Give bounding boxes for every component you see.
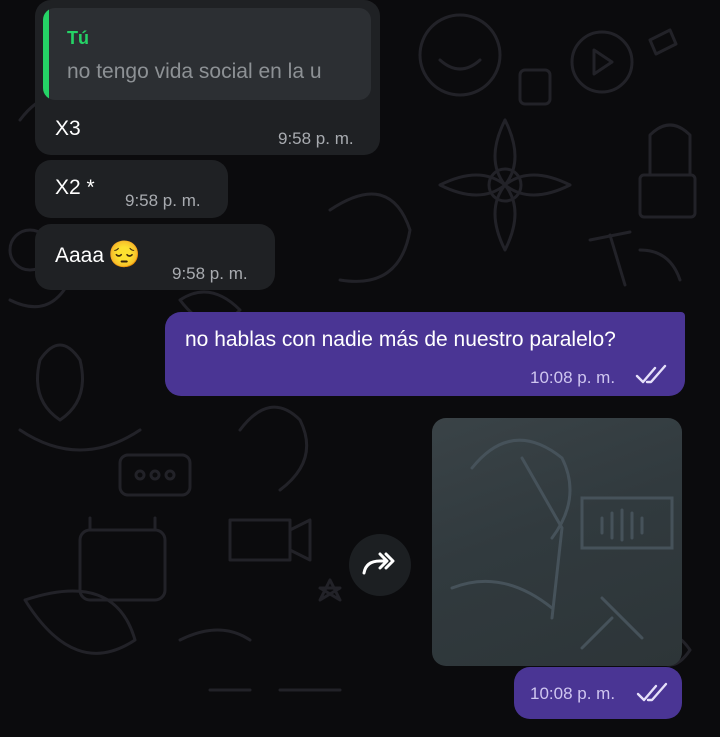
blurred-image-preview [450, 438, 674, 650]
quoted-author: Tú [67, 28, 89, 48]
image-attachment[interactable] [432, 418, 682, 666]
image-timestamp-bubble[interactable]: 10:08 p. m. [514, 667, 682, 719]
pensive-emoji: 😔 [108, 239, 141, 269]
message-text: Aaaa [55, 244, 105, 267]
quoted-reply[interactable]: Tú no tengo vida social en la u [43, 8, 371, 100]
message-time: 9:58 p. m. [278, 129, 354, 148]
incoming-message-bubble[interactable]: Aaaa 😔 9:58 p. m. [35, 224, 275, 290]
forward-arrow-icon [362, 552, 395, 575]
message-text: X3 [55, 117, 81, 140]
double-check-icon [636, 682, 668, 702]
quote-accent-bar [43, 8, 49, 100]
message-time: 9:58 p. m. [172, 264, 248, 283]
message-time: 9:58 p. m. [125, 191, 201, 210]
incoming-message-bubble[interactable]: X2 * 9:58 p. m. [35, 160, 228, 218]
quoted-text: no tengo vida social en la u [67, 60, 322, 83]
forward-button[interactable] [349, 534, 411, 596]
message-text: no hablas con nadie más de nuestro paral… [185, 328, 616, 351]
incoming-message-bubble[interactable]: Tú no tengo vida social en la u X3 9:58 … [35, 0, 380, 155]
message-time: 10:08 p. m. [530, 368, 616, 387]
outgoing-message-bubble[interactable]: no hablas con nadie más de nuestro paral… [165, 312, 685, 396]
double-check-icon [635, 364, 667, 384]
message-time: 10:08 p. m. [530, 684, 616, 703]
message-text: X2 * [55, 176, 95, 199]
